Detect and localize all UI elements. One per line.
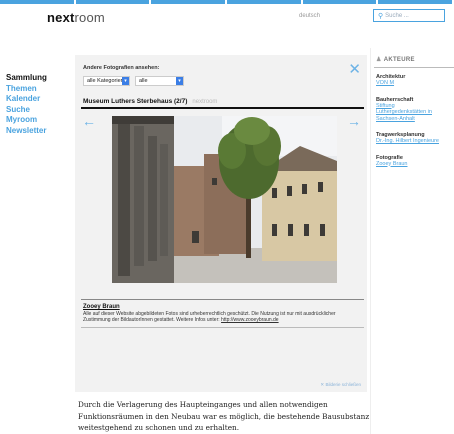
top-color-stripe [0, 0, 454, 4]
actor-name-link[interactable]: Sachsen-Anhalt [376, 116, 454, 123]
nav-item-kalender[interactable]: Kalender [6, 94, 47, 105]
person-icon: ♟ [376, 57, 382, 63]
photographer-website-link[interactable]: http://www.zooeybraun.de [221, 317, 279, 323]
actors-sidebar: ♟ AKTEURE Architektur VON M Bauherrschaft… [374, 56, 454, 167]
logo-bold-text: next [47, 10, 75, 25]
nav-item-sammlung[interactable]: Sammlung [6, 73, 47, 84]
gallery-photo [112, 116, 337, 283]
close-small-icon: ✕ [320, 382, 325, 387]
site-logo[interactable]: nextroom [47, 10, 105, 25]
filter-select[interactable]: alle ▾ [135, 76, 184, 86]
credit-bottom-divider [81, 327, 364, 328]
actors-heading-text: AKTEURE [383, 57, 415, 63]
copyright-text: Alle auf dieser Website abgebildeten Fot… [83, 311, 336, 323]
photographer-link[interactable]: Zooey Braun [83, 304, 120, 310]
category-select[interactable]: alle Kategorien ▾ [83, 76, 130, 86]
nav-item-themen[interactable]: Themen [6, 84, 47, 95]
gallery-title-secondary: nextroom [192, 99, 218, 105]
close-gallery-link[interactable]: ✕ Bilderie schließen [320, 382, 361, 388]
credit-divider [81, 299, 364, 300]
search-icon: ⚲ [378, 12, 384, 20]
previous-arrow-icon[interactable]: ← [82, 113, 96, 129]
search-input[interactable]: ⚲ Suche ... [373, 9, 445, 22]
main-nav: Sammlung Themen Kalender Suche Myroom Ne… [6, 73, 47, 136]
other-photos-label: Andere Fotografien ansehen: [83, 65, 160, 71]
project-description: Durch die Verlagerung des Haupteinganges… [78, 400, 370, 432]
nav-item-newsletter[interactable]: Newsletter [6, 126, 47, 137]
copyright-notice: Alle auf dieser Website abgebildeten Fot… [83, 311, 353, 323]
actors-heading: ♟ AKTEURE [376, 56, 454, 63]
gallery-title-text: Museum Luthers Sterbehaus (2/7) [83, 98, 188, 105]
gallery-title: Museum Luthers Sterbehaus (2/7) nextroom [83, 98, 217, 105]
nav-item-myroom[interactable]: Myroom [6, 115, 47, 126]
title-divider [81, 107, 364, 109]
actor-name-link[interactable]: Zooey Braun [376, 161, 454, 168]
photo-gallery-panel: ✕ Andere Fotografien ansehen: alle Kateg… [75, 55, 367, 392]
actor-name-link[interactable]: Dr.-Ing. Hilbert Ingenieure [376, 138, 454, 145]
sidebar-divider [370, 48, 371, 434]
actor-name-link[interactable]: VON M [376, 80, 454, 87]
next-arrow-icon[interactable]: → [347, 113, 361, 129]
close-gallery-label: Bilderie schließen [325, 382, 361, 387]
nav-item-suche[interactable]: Suche [6, 105, 47, 116]
chevron-down-icon: ▾ [122, 77, 129, 85]
search-placeholder: Suche ... [385, 12, 409, 19]
chevron-down-icon: ▾ [176, 77, 183, 85]
category-select-value: alle Kategorien [87, 78, 124, 84]
filter-select-value: alle [139, 78, 148, 84]
actors-heading-divider [374, 67, 454, 68]
close-icon[interactable]: ✕ [348, 62, 361, 77]
language-switch[interactable]: deutsch [299, 13, 320, 19]
logo-thin-text: room [74, 10, 105, 25]
